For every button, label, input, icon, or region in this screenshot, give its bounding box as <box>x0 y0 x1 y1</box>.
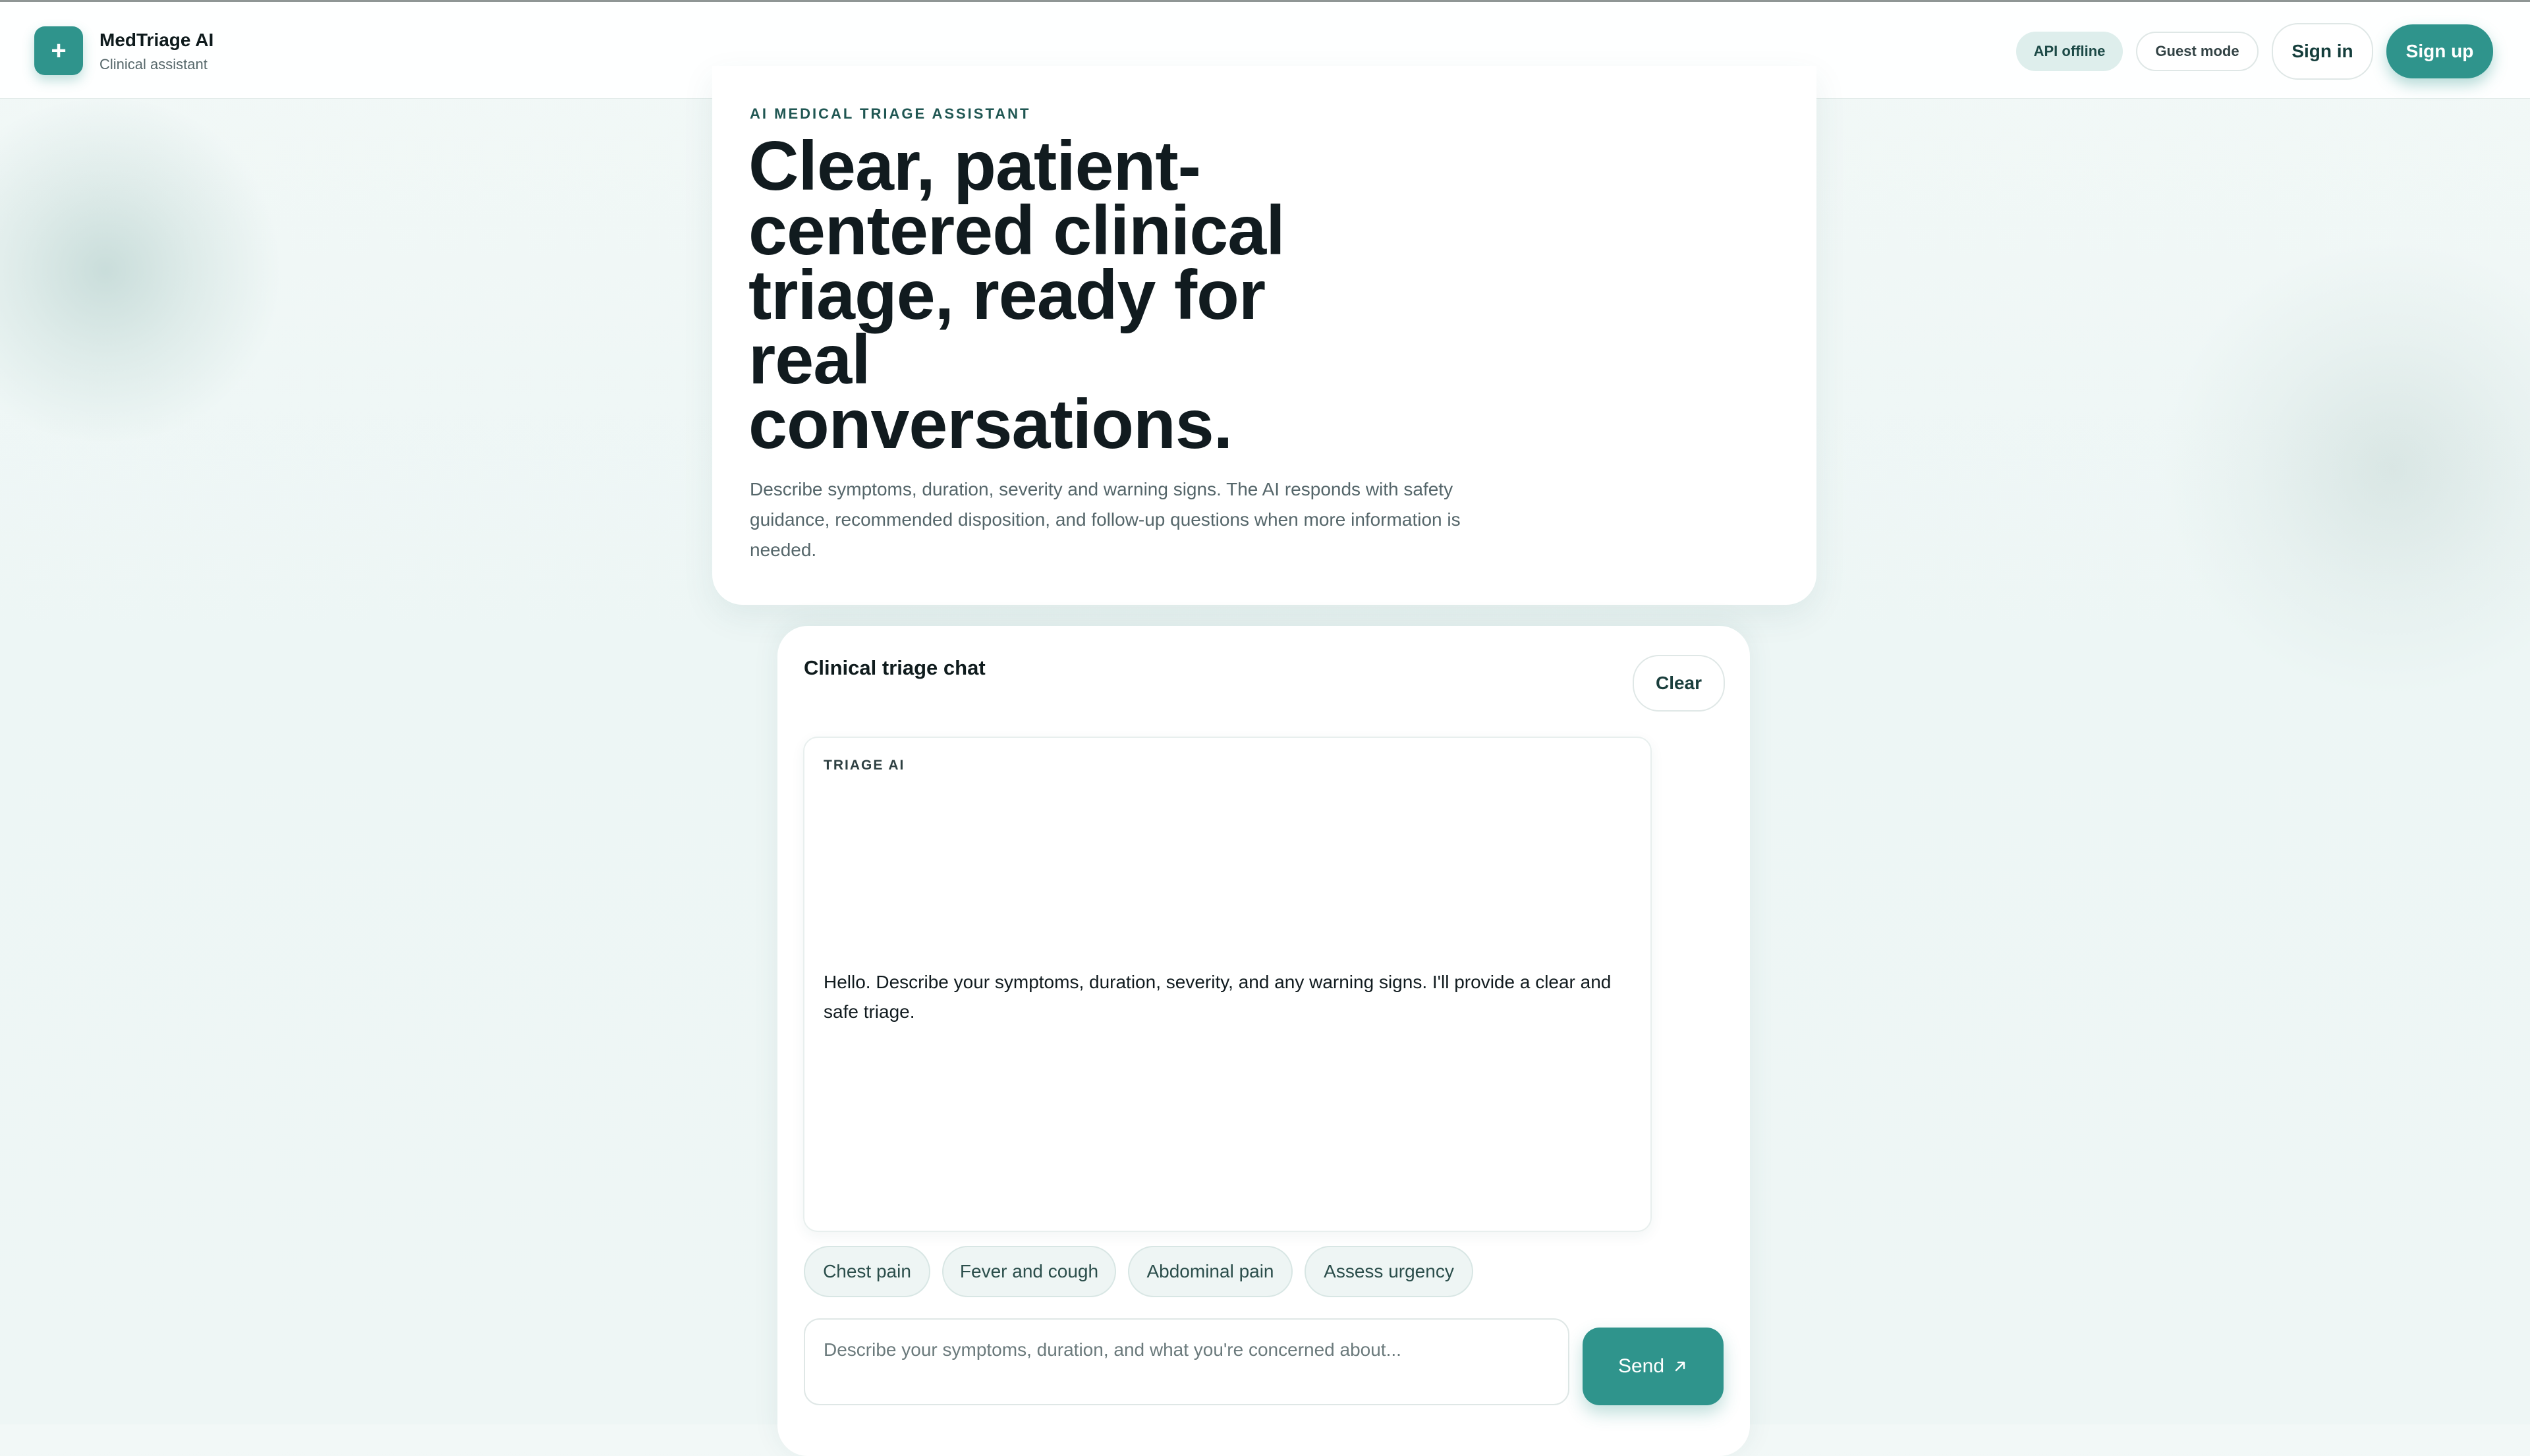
message-author: TRIAGE AI <box>824 758 905 773</box>
plus-icon[interactable]: + <box>34 26 83 75</box>
quick-prompt-assess-urgency[interactable]: Assess urgency <box>1305 1246 1473 1297</box>
sign-in-button[interactable]: Sign in <box>2272 23 2373 80</box>
send-button-label: Send <box>1617 1355 1665 1377</box>
quick-prompt-chest-pain[interactable]: Chest pain <box>804 1246 930 1297</box>
quick-prompt-fever-cough[interactable]: Fever and cough <box>942 1246 1116 1297</box>
app-subtitle: Clinical assistant <box>99 56 208 72</box>
symptom-input[interactable] <box>804 1318 1569 1405</box>
arrow-up-right-icon <box>1672 1358 1688 1374</box>
guest-mode-badge: Guest mode <box>2136 32 2259 71</box>
hero-description: Describe symptoms, duration, severity an… <box>750 479 1461 560</box>
clear-chat-button[interactable]: Clear <box>1633 655 1725 712</box>
hero-title: Clear, patient-centered clinical triage,… <box>748 127 1285 463</box>
assistant-message-text: Hello. Describe your symptoms, duration,… <box>824 972 1612 1022</box>
api-status-badge: API offline <box>2016 32 2123 71</box>
send-button[interactable]: Send <box>1583 1328 1724 1405</box>
chat-title: Clinical triage chat <box>804 656 986 679</box>
quick-prompt-abdominal-pain[interactable]: Abdominal pain <box>1128 1246 1293 1297</box>
sign-up-button[interactable]: Sign up <box>2386 24 2493 78</box>
background-glow-right <box>2161 237 2530 698</box>
background-glow-left <box>0 99 290 441</box>
hero-eyebrow: AI MEDICAL TRIAGE ASSISTANT <box>750 105 1031 122</box>
app-name: MedTriage AI <box>99 30 214 50</box>
